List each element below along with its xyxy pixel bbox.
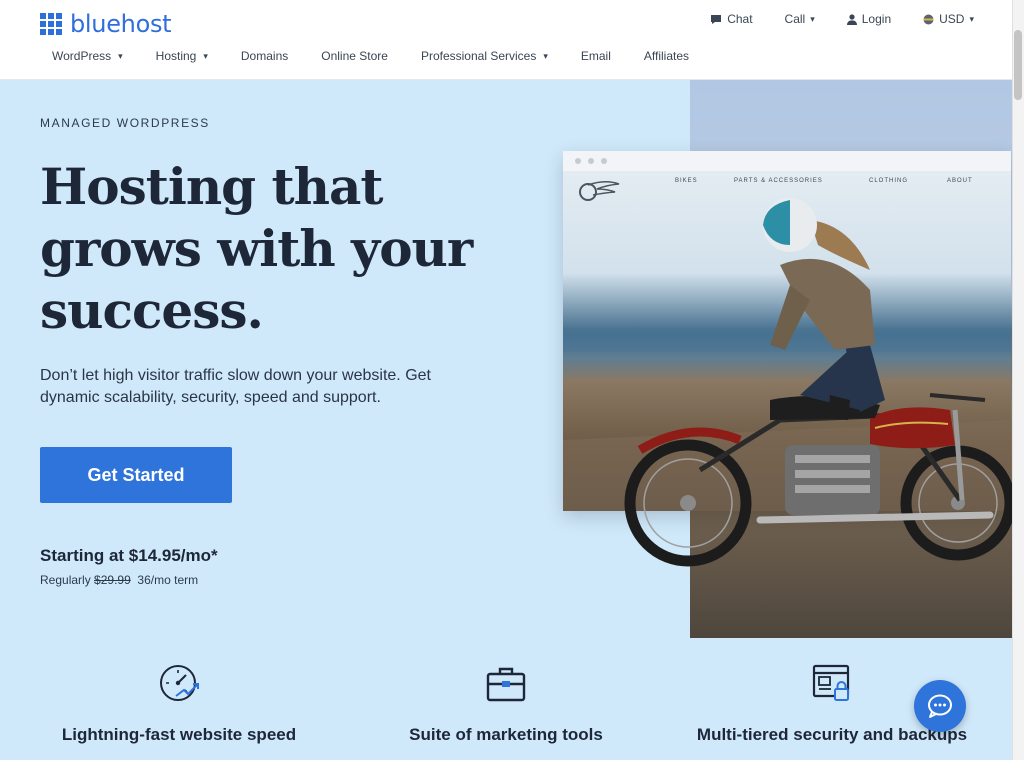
nav-item-professional-services[interactable]: Professional Services ▾: [421, 49, 548, 63]
wing-logo-icon: [579, 181, 620, 201]
nav-item-domains[interactable]: Domains: [241, 49, 288, 63]
login-link[interactable]: Login: [846, 12, 892, 26]
nav-label: Online Store: [321, 49, 388, 63]
demo-site-screenshot: BIKES PARTS & ACCESSORIES CLOTHING ABOUT: [563, 171, 1011, 511]
main-nav: WordPress ▾ Hosting ▾ Domains Online Store…: [52, 49, 722, 63]
login-label: Login: [861, 12, 892, 26]
chat-link[interactable]: Chat: [710, 12, 753, 26]
price-term: 36/mo term: [137, 573, 199, 587]
chevron-down-icon: ▾: [969, 13, 974, 24]
chevron-down-icon: ▾: [118, 50, 123, 61]
nav-item-email[interactable]: Email: [581, 49, 611, 63]
chat-bubble-icon: [928, 694, 952, 718]
chevron-down-icon: ▾: [543, 50, 548, 61]
feature-title: Suite of marketing tools: [409, 725, 603, 744]
demo-nav-bikes: BIKES: [675, 178, 698, 184]
nav-item-affiliates[interactable]: Affiliates: [644, 49, 689, 63]
chevron-down-icon: ▾: [810, 13, 815, 24]
nav-label: Domains: [240, 49, 289, 63]
regular-price: $29.99: [94, 573, 131, 587]
page-scrollbar[interactable]: [1012, 0, 1024, 760]
user-icon: [846, 13, 857, 25]
starting-price: Starting at $14.95/mo*: [40, 546, 218, 565]
chevron-down-icon: ▾: [203, 50, 208, 61]
nav-label: Hosting: [155, 49, 197, 63]
nav-item-hosting[interactable]: Hosting ▾: [156, 49, 208, 63]
nav-label: Email: [580, 49, 611, 63]
chat-widget-button[interactable]: [914, 680, 966, 732]
nav-item-wordpress[interactable]: WordPress ▾: [52, 49, 123, 63]
get-started-button[interactable]: Get Started: [40, 447, 232, 503]
logo-grid-icon: [40, 13, 62, 35]
hero-headline: Hosting that grows with your success.: [40, 157, 473, 340]
nav-label: Professional Services: [420, 49, 537, 63]
nav-label: WordPress: [52, 49, 112, 63]
feature-title: Lightning-fast website speed: [61, 725, 297, 744]
site-header: bluehost Chat Call ▾ Login USD ▾ WordPre…: [0, 0, 1024, 80]
briefcase-icon: [486, 667, 526, 702]
nav-item-online-store[interactable]: Online Store: [321, 49, 388, 63]
brand-logo[interactable]: bluehost: [40, 10, 172, 38]
hero-subtext: Don’t let high visitor traffic slow down…: [40, 367, 431, 406]
demo-nav-parts: PARTS & ACCESSORIES: [734, 178, 823, 184]
browser-mockup: BIKES PARTS & ACCESSORIES CLOTHING ABOUT: [563, 151, 1011, 511]
regular-prefix: Regularly: [40, 573, 91, 587]
secure-browser-icon: [812, 664, 850, 701]
chat-label: Chat: [727, 12, 753, 26]
hero-eyebrow: MANAGED WORDPRESS: [40, 116, 210, 130]
currency-label: USD: [939, 12, 965, 26]
speedometer-icon: [160, 665, 199, 701]
currency-menu[interactable]: USD ▾: [923, 12, 974, 26]
browser-toolbar: [563, 151, 1011, 171]
call-menu[interactable]: Call ▾: [785, 12, 815, 26]
regular-price-line: Regularly $29.99 36/mo term: [40, 573, 198, 587]
utility-menu: Chat Call ▾ Login USD ▾: [710, 12, 974, 26]
nav-label: Affiliates: [643, 49, 690, 63]
demo-nav-about: ABOUT: [947, 178, 973, 184]
demo-nav-clothing: CLOTHING: [869, 178, 909, 184]
scrollbar-thumb[interactable]: [1014, 30, 1022, 100]
chat-icon: [711, 14, 722, 24]
globe-icon: [923, 14, 934, 24]
call-label: Call: [784, 12, 806, 26]
brand-name: bluehost: [70, 10, 172, 38]
